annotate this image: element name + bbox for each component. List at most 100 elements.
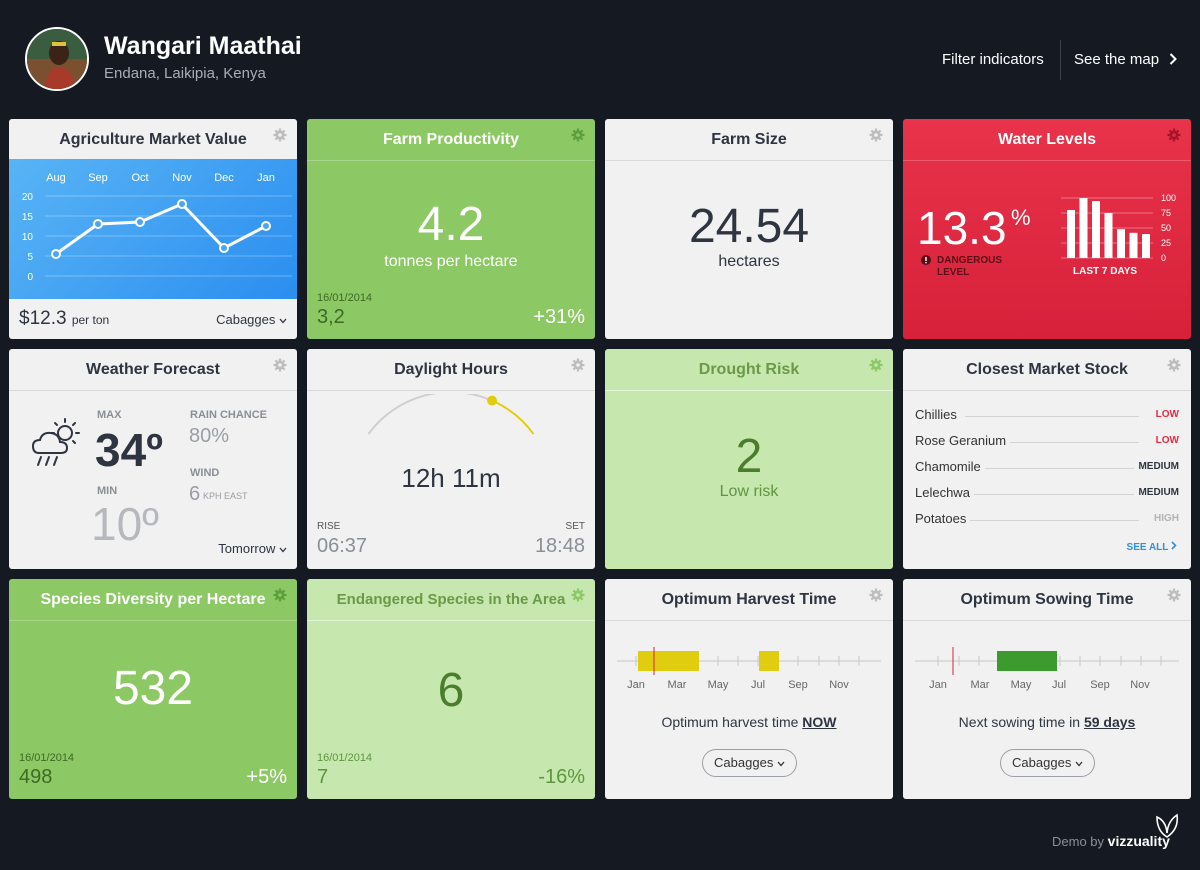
stock-level: HIGH (1150, 513, 1179, 524)
gear-icon[interactable] (273, 358, 287, 372)
month-label: Sep (788, 679, 808, 691)
card-title: Optimum Harvest Time (661, 591, 837, 608)
day-dropdown[interactable]: Tomorrow (218, 541, 287, 556)
data-point (135, 217, 145, 227)
gear-icon[interactable] (571, 588, 585, 602)
rise-label: RISE (317, 521, 341, 532)
gear-icon[interactable] (273, 588, 287, 602)
card-farm-size: Farm Size 24.54 hectares (605, 119, 893, 339)
card-title: Weather Forecast (86, 361, 220, 378)
crop-dropdown[interactable]: Cabagges (216, 312, 287, 327)
max-temp: 34º (95, 424, 163, 476)
gear-icon[interactable] (571, 358, 585, 372)
stock-name: Rose Geranium (915, 433, 1011, 448)
gear-icon[interactable] (869, 358, 883, 372)
avatar (25, 27, 89, 91)
wind-unit: KPH EAST (203, 491, 248, 501)
gear-icon[interactable] (1167, 128, 1181, 142)
x-tick-label: Nov (172, 172, 192, 184)
sowing-crop-dropdown[interactable]: Cabagges (1000, 749, 1095, 777)
card-divider (307, 160, 595, 161)
gear-icon[interactable] (273, 128, 287, 142)
card-title: Farm Productivity (382, 131, 520, 148)
sowing-timeline: Jan Mar May Jul Sep Nov (915, 647, 1179, 691)
month-label: Jul (751, 679, 765, 691)
see-all-label: SEE ALL (1126, 542, 1169, 553)
bar (1129, 232, 1138, 258)
card-daylight: Daylight Hours 12h 11m RISE 06:37 SET 18… (307, 349, 595, 569)
min-label: MIN (97, 485, 118, 497)
y-tick-label: 75 (1161, 208, 1171, 218)
month-label: May (1011, 679, 1032, 691)
card-species-diversity: Species Diversity per Hectare 532 16/01/… (9, 579, 297, 799)
card-drought-risk: Drought Risk 2 Low risk (605, 349, 893, 569)
farm-size-unit: hectares (718, 253, 780, 270)
farm-size-value: 24.54 (688, 200, 810, 253)
rain-chance: 80% (189, 425, 230, 447)
productivity-prev: 3,2 (317, 306, 345, 328)
card-water-levels: Water Levels 13.3 % DANGEROUS LEVEL 100 7… (903, 119, 1191, 339)
card-divider (307, 620, 595, 621)
stock-level: MEDIUM (1134, 487, 1179, 498)
gear-icon[interactable] (571, 128, 585, 142)
rain-label: RAIN CHANCE (190, 409, 267, 421)
card-sowing-time: Optimum Sowing Time Jan Mar May Jul Sep … (903, 579, 1191, 799)
footer: Demo by vizzuality (1052, 813, 1179, 849)
stock-level: MEDIUM (1134, 461, 1179, 472)
card-title: Agriculture Market Value (59, 131, 247, 148)
filter-indicators-link[interactable]: Filter indicators (942, 51, 1044, 68)
card-endangered-species: Endangered Species in the Area 6 16/01/2… (307, 579, 595, 799)
data-point (51, 249, 61, 259)
sowing-text-row: Next sowing time in 59 days (903, 714, 1191, 730)
see-map-link[interactable]: See the map (1074, 51, 1178, 68)
data-point (261, 221, 271, 231)
month-label: Jan (627, 679, 645, 691)
set-time: 18:48 (534, 535, 585, 557)
y-tick-label: 100 (1161, 193, 1176, 203)
warning-icon (921, 255, 931, 265)
data-point (177, 199, 187, 209)
productivity-unit: tonnes per hectare (384, 253, 518, 270)
endangered-value: 6 (437, 664, 465, 717)
see-all-link[interactable]: SEE ALL (1127, 541, 1177, 553)
month-label: Nov (1130, 679, 1150, 691)
harvest-crop-dropdown[interactable]: Cabagges (702, 749, 797, 777)
chevron-right-icon (1170, 53, 1178, 65)
harvest-highlight: NOW (802, 714, 837, 730)
y-tick-label: 0 (27, 272, 33, 283)
sowing-highlight: 59 days (1083, 714, 1136, 730)
daylight-value: 12h 11m (401, 463, 501, 493)
gear-icon[interactable] (869, 588, 883, 602)
chevron-down-icon (279, 318, 287, 324)
productivity-date: 16/01/2014 (317, 292, 373, 304)
drought-label: Low risk (719, 483, 779, 500)
daylight-elapsed-arc (367, 394, 493, 435)
month-label: Nov (829, 679, 849, 691)
max-label: MAX (97, 409, 122, 421)
card-title: Drought Risk (698, 361, 800, 378)
x-tick-label: Oct (131, 172, 148, 184)
gear-icon[interactable] (1167, 588, 1181, 602)
card-title: Species Diversity per Hectare (40, 591, 266, 608)
water-value: 13.3 (917, 202, 1007, 254)
gear-icon[interactable] (869, 128, 883, 142)
sowing-text: Next sowing time in (958, 714, 1081, 730)
month-label: Jan (929, 679, 947, 691)
drought-value: 2 (735, 430, 763, 483)
header-divider (1060, 40, 1061, 80)
wind-label: WIND (190, 467, 220, 479)
gear-icon[interactable] (1167, 358, 1181, 372)
day-dropdown-label: Tomorrow (218, 541, 276, 556)
card-title: Daylight Hours (394, 361, 508, 378)
market-chart-area: 20 15 10 5 0 Aug Sep Oct Nov Dec Jan (9, 159, 297, 299)
header: Wangari Maathai Endana, Laikipia, Kenya … (0, 0, 1200, 118)
data-point (219, 243, 229, 253)
market-value-chart: 20 15 10 5 0 Aug Sep Oct Nov Dec Jan (22, 172, 292, 283)
footer-demo: Demo by (1052, 834, 1105, 849)
stock-name: Potatoes (915, 511, 971, 526)
sun-marker (487, 395, 498, 406)
y-tick-label: 15 (22, 212, 34, 223)
card-market-value: Agriculture Market Value 20 15 10 5 0 Aug Sep O… (9, 119, 297, 339)
y-tick-label: 25 (1161, 238, 1171, 248)
y-tick-label: 0 (1161, 253, 1166, 263)
